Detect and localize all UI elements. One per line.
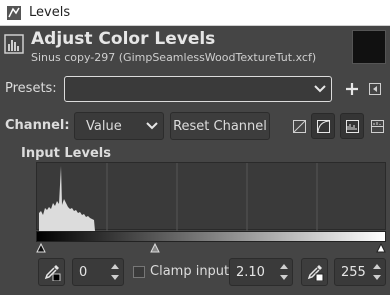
dialog-subtitle: Sinus copy-297 (GimpSeamlessWoodTextureT… <box>31 51 317 64</box>
dialog-title: Adjust Color Levels <box>31 29 216 49</box>
gamma-handle[interactable] <box>150 242 160 253</box>
white-point-value: 255 <box>341 265 366 280</box>
eyedropper-white-icon <box>307 265 323 281</box>
add-preset-button[interactable] <box>341 78 363 100</box>
input-levels-title: Input Levels <box>21 146 111 161</box>
histogram <box>36 162 386 231</box>
input-levels-slider[interactable] <box>36 241 386 253</box>
presets-label: Presets: <box>5 81 57 96</box>
window-title: Levels <box>29 5 71 20</box>
eyedropper-black-icon <box>44 265 60 281</box>
gimp-icon <box>7 5 21 20</box>
dialog-header: Adjust Color Levels Sinus copy-297 (Gimp… <box>0 26 390 70</box>
clamp-input-label: Clamp input <box>150 264 230 279</box>
clamp-input-checkbox[interactable] <box>133 266 145 278</box>
log-histogram-icon <box>316 119 330 133</box>
levels-icon <box>4 34 24 54</box>
histogram-split-button[interactable] <box>366 115 388 137</box>
histogram-plot <box>39 163 318 231</box>
channel-label: Channel: <box>5 118 70 133</box>
black-point-handle[interactable] <box>36 242 46 253</box>
pick-white-point-button[interactable] <box>301 258 328 286</box>
white-point-spin[interactable]: 255 <box>334 258 386 286</box>
histogram-bars <box>39 166 95 231</box>
black-point-value: 0 <box>79 265 88 280</box>
gamma-spin[interactable]: 2.10 <box>229 258 293 286</box>
white-point-handle[interactable] <box>376 242 386 253</box>
menu-arrow-icon <box>369 83 381 95</box>
spin-arrows-icon[interactable] <box>108 260 122 284</box>
linear-histogram-icon <box>292 119 306 133</box>
chevron-down-icon <box>314 85 326 93</box>
channel-value: Value <box>86 119 122 134</box>
log-histogram-button[interactable] <box>311 113 335 139</box>
spin-arrows-icon[interactable] <box>277 260 291 284</box>
spin-arrows-icon[interactable] <box>370 260 384 284</box>
window-titlebar: Levels <box>0 0 390 26</box>
pick-black-point-button[interactable] <box>38 258 65 286</box>
plus-icon <box>346 83 358 95</box>
histogram-split-icon <box>370 119 384 133</box>
chevron-down-icon <box>146 122 158 130</box>
channel-combo[interactable]: Value <box>74 112 164 140</box>
histogram-view-icon <box>345 119 359 133</box>
layer-thumbnail <box>352 30 386 64</box>
presets-combo[interactable] <box>64 76 332 102</box>
reset-channel-button[interactable]: Reset Channel <box>170 112 270 140</box>
gamma-value: 2.10 <box>236 265 265 280</box>
histogram-view-button[interactable] <box>340 113 364 139</box>
black-point-spin[interactable]: 0 <box>72 258 124 286</box>
preset-menu-button[interactable] <box>364 78 386 100</box>
linear-histogram-button[interactable] <box>288 115 310 137</box>
